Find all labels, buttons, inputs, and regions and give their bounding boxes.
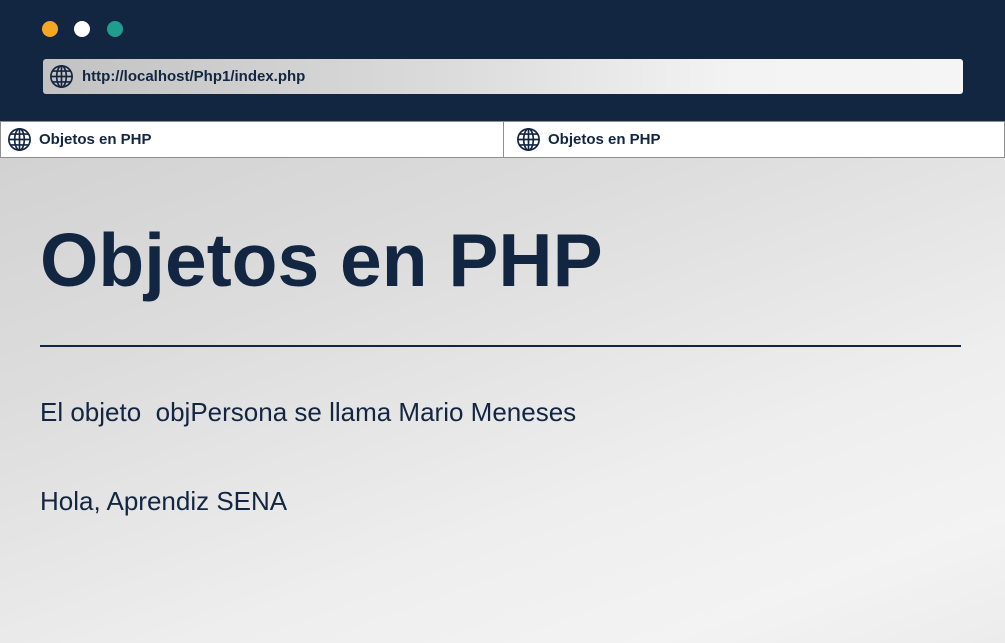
tab-label: Objetos en PHP [39, 131, 152, 148]
tab-label: Objetos en PHP [548, 131, 661, 148]
address-url[interactable]: http://localhost/Php1/index.php [82, 59, 305, 94]
tab-2[interactable]: Objetos en PHP [503, 121, 1005, 158]
object-message: El objeto objPersona se llama Mario Mene… [40, 397, 577, 427]
page-content: Objetos en PHP El objeto objPersona se l… [0, 158, 1005, 643]
globe-icon [50, 65, 73, 88]
globe-icon [517, 128, 540, 151]
browser-window: http://localhost/Php1/index.php Objetos … [0, 0, 1005, 643]
window-dot-white[interactable] [74, 21, 90, 37]
browser-chrome: http://localhost/Php1/index.php [0, 0, 1005, 121]
tab-1[interactable]: Objetos en PHP [0, 121, 504, 158]
page-title: Objetos en PHP [40, 218, 603, 302]
tab-bar: Objetos en PHP Objetos en PHP [0, 121, 1005, 158]
window-dot-orange[interactable] [42, 21, 58, 37]
window-dot-teal[interactable] [107, 21, 123, 37]
greeting-message: Hola, Aprendiz SENA [40, 486, 288, 516]
globe-icon [8, 128, 31, 151]
title-divider [40, 345, 961, 347]
address-bar[interactable]: http://localhost/Php1/index.php [43, 59, 963, 94]
